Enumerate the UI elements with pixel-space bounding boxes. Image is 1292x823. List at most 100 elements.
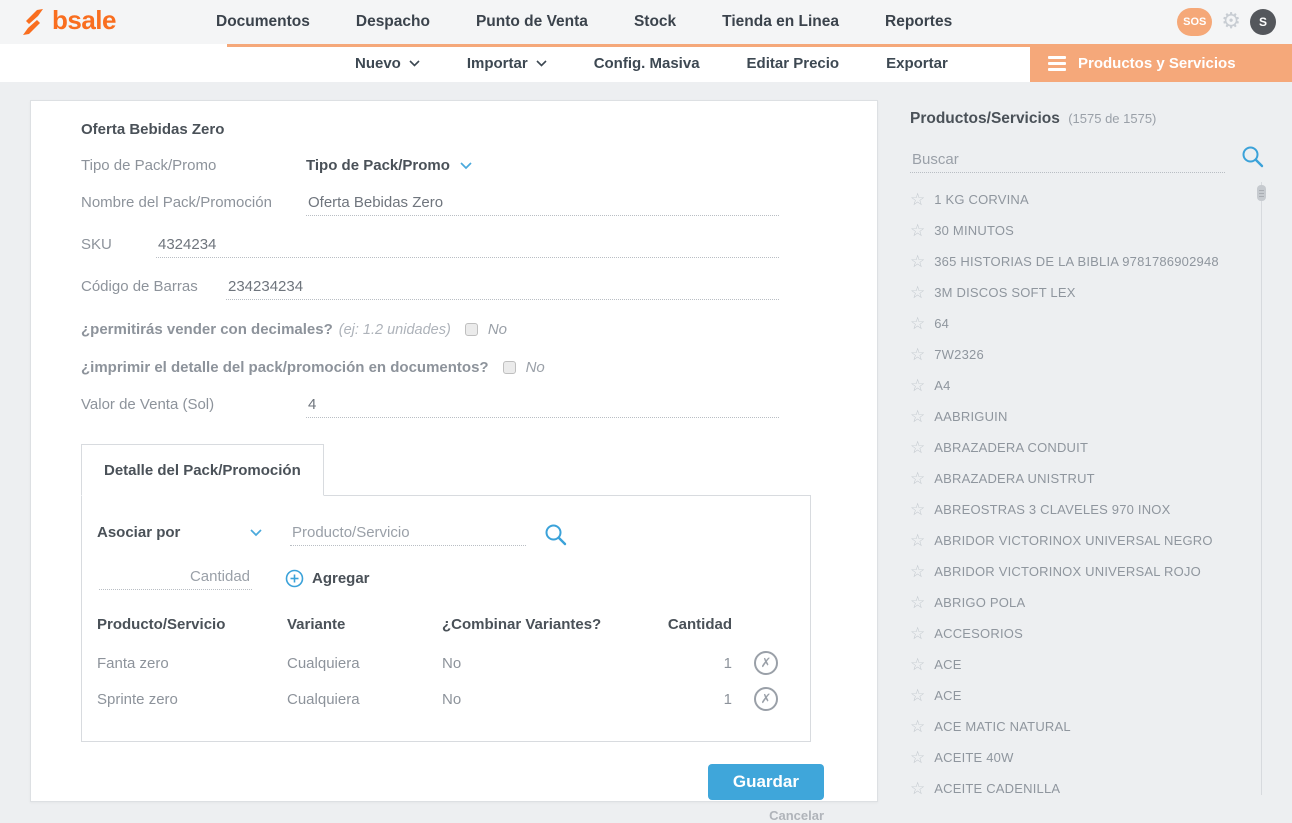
star-icon[interactable]: ☆	[910, 469, 925, 489]
imprimir-checkbox[interactable]	[503, 361, 516, 374]
star-icon[interactable]: ☆	[910, 500, 925, 520]
sidebar-scrollbar-thumb[interactable]	[1257, 185, 1266, 201]
codigo-barras-input[interactable]	[226, 277, 779, 300]
list-item[interactable]: ☆ 3M DISCOS SOFT LEX	[910, 277, 1264, 308]
col-combinar: ¿Combinar Variantes?	[442, 616, 647, 645]
list-item[interactable]: ☆ ACEITE CADENILLA	[910, 773, 1264, 804]
imprimir-row: ¿imprimir el detalle del pack/promoción …	[81, 359, 811, 376]
menu-nuevo[interactable]: Nuevo	[355, 55, 420, 72]
list-item[interactable]: ☆ 1 KG CORVINA	[910, 184, 1264, 215]
star-icon[interactable]: ☆	[910, 655, 925, 675]
asociar-por-dropdown[interactable]: Asociar por	[97, 524, 262, 541]
star-icon[interactable]: ☆	[910, 345, 925, 365]
list-item[interactable]: ☆ 7W2326	[910, 339, 1264, 370]
star-icon[interactable]: ☆	[910, 748, 925, 768]
cantidad-row: Agregar	[97, 567, 795, 590]
star-icon[interactable]: ☆	[910, 779, 925, 799]
star-icon[interactable]: ☆	[910, 562, 925, 582]
sidebar-search-button[interactable]	[1241, 145, 1264, 173]
nav-stock[interactable]: Stock	[634, 13, 676, 31]
search-icon	[1241, 145, 1264, 168]
product-name: 1 KG CORVINA	[934, 192, 1029, 207]
user-avatar[interactable]: S	[1250, 9, 1276, 35]
list-item[interactable]: ☆ AABRIGUIN	[910, 401, 1264, 432]
star-icon[interactable]: ☆	[910, 686, 925, 706]
decimales-label: ¿permitirás vender con decimales?	[81, 321, 333, 338]
nav-punto-de-venta[interactable]: Punto de Venta	[476, 13, 588, 31]
nav-reportes[interactable]: Reportes	[885, 13, 952, 31]
cell-cantidad: 1	[647, 645, 732, 681]
cantidad-input[interactable]	[99, 567, 252, 590]
context-panel-productos[interactable]: Productos y Servicios	[1030, 44, 1292, 82]
list-item[interactable]: ☆ ACEITE 40W	[910, 742, 1264, 773]
list-item[interactable]: ☆ ABREOSTRAS 3 CLAVELES 970 INOX	[910, 494, 1264, 525]
sku-input[interactable]	[156, 235, 779, 258]
star-icon[interactable]: ☆	[910, 438, 925, 458]
star-icon[interactable]: ☆	[910, 717, 925, 737]
menu-editar-precio[interactable]: Editar Precio	[747, 55, 840, 72]
star-icon[interactable]: ☆	[910, 624, 925, 644]
bsale-logo[interactable]: bsale	[20, 7, 116, 37]
chevron-down-icon	[409, 60, 420, 67]
nav-documentos[interactable]: Documentos	[216, 13, 310, 31]
search-input[interactable]	[910, 150, 1225, 173]
list-item[interactable]: ☆ ABRIDOR VICTORINOX UNIVERSAL ROJO	[910, 556, 1264, 587]
main-nav: Documentos Despacho Punto de Venta Stock…	[216, 13, 952, 31]
list-item[interactable]: ☆ 30 MINUTOS	[910, 215, 1264, 246]
menu-importar[interactable]: Importar	[467, 55, 547, 72]
nav-despacho[interactable]: Despacho	[356, 13, 430, 31]
list-item[interactable]: ☆ ACE	[910, 680, 1264, 711]
star-icon[interactable]: ☆	[910, 376, 925, 396]
star-icon[interactable]: ☆	[910, 221, 925, 241]
producto-servicio-input[interactable]	[290, 523, 526, 546]
sidebar-scrollbar-track[interactable]	[1261, 182, 1262, 795]
sos-button[interactable]: SOS	[1177, 8, 1212, 36]
nav-tienda-en-linea[interactable]: Tienda en Linea	[722, 13, 839, 31]
delete-row-button[interactable]: ✗	[754, 687, 778, 711]
cell-variante: Cualquiera	[287, 645, 442, 681]
sku-row: SKU	[81, 235, 811, 258]
list-item[interactable]: ☆ 365 HISTORIAS DE LA BIBLIA 97817869029…	[910, 246, 1264, 277]
star-icon[interactable]: ☆	[910, 252, 925, 272]
search-producto-button[interactable]	[544, 523, 567, 551]
agregar-button[interactable]: Agregar	[285, 569, 370, 588]
list-item[interactable]: ☆ ACCESORIOS	[910, 618, 1264, 649]
valor-venta-row: Valor de Venta (Sol)	[81, 395, 811, 418]
star-icon[interactable]: ☆	[910, 407, 925, 427]
col-cantidad: Cantidad	[647, 616, 732, 645]
codigo-barras-label: Código de Barras	[81, 278, 226, 295]
list-item[interactable]: ☆ 64	[910, 308, 1264, 339]
star-icon[interactable]: ☆	[910, 593, 925, 613]
star-icon[interactable]: ☆	[910, 314, 925, 334]
list-item[interactable]: ☆ ABRIGO POLA	[910, 587, 1264, 618]
list-item[interactable]: ☆ ABRAZADERA UNISTRUT	[910, 463, 1264, 494]
star-icon[interactable]: ☆	[910, 531, 925, 551]
save-button[interactable]: Guardar	[708, 764, 824, 800]
tipo-pack-row: Tipo de Pack/Promo Tipo de Pack/Promo	[81, 157, 811, 174]
menu-config-masiva[interactable]: Config. Masiva	[594, 55, 700, 72]
product-name: ABRIDOR VICTORINOX UNIVERSAL NEGRO	[934, 533, 1212, 548]
list-item[interactable]: ☆ A4	[910, 370, 1264, 401]
table-row: Sprinte zero Cualquiera No 1 ✗	[97, 681, 797, 717]
nombre-input[interactable]	[306, 193, 779, 216]
list-item[interactable]: ☆ ACE	[910, 649, 1264, 680]
delete-row-button[interactable]: ✗	[754, 651, 778, 675]
asociar-row: Asociar por	[97, 523, 795, 551]
sidebar-search-row	[910, 145, 1264, 173]
list-item[interactable]: ☆ ABRAZADERA CONDUIT	[910, 432, 1264, 463]
menu-exportar[interactable]: Exportar	[886, 55, 948, 72]
product-name: 30 MINUTOS	[934, 223, 1014, 238]
star-icon[interactable]: ☆	[910, 283, 925, 303]
valor-venta-input[interactable]	[306, 395, 779, 418]
agregar-label: Agregar	[312, 570, 370, 587]
gear-icon[interactable]: ⚙	[1221, 11, 1241, 33]
pack-items-table: Producto/Servicio Variante ¿Combinar Var…	[97, 616, 797, 717]
tipo-pack-dropdown[interactable]: Tipo de Pack/Promo	[306, 157, 472, 174]
product-name: AABRIGUIN	[934, 409, 1007, 424]
decimales-checkbox[interactable]	[465, 323, 478, 336]
tab-detalle-pack[interactable]: Detalle del Pack/Promoción	[81, 444, 324, 496]
decimales-hint: (ej: 1.2 unidades)	[339, 322, 451, 338]
list-item[interactable]: ☆ ABRIDOR VICTORINOX UNIVERSAL NEGRO	[910, 525, 1264, 556]
list-item[interactable]: ☆ ACE MATIC NATURAL	[910, 711, 1264, 742]
star-icon[interactable]: ☆	[910, 190, 925, 210]
